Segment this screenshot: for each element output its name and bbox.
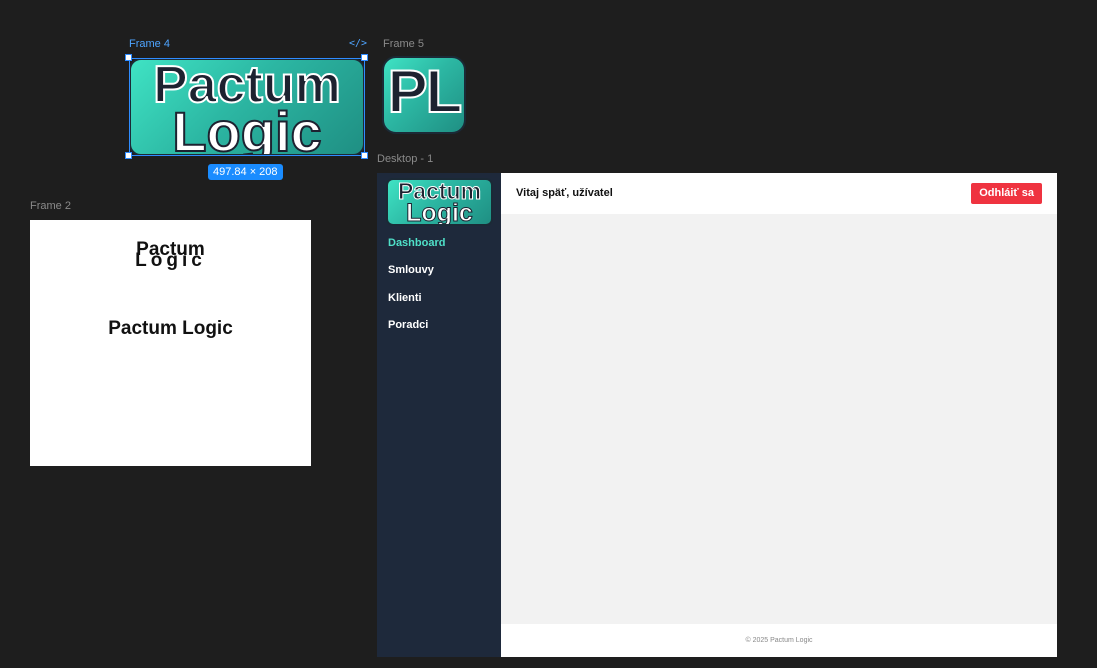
- desktop-label[interactable]: Desktop - 1: [377, 153, 433, 165]
- sidebar-logo[interactable]: Pactum Logic: [386, 178, 493, 226]
- desktop-frame: Pactum Logic Dashboard Smlouvy Klienti P…: [377, 173, 1057, 657]
- frame2[interactable]: Pactum Logic Pactum Logic: [30, 220, 311, 466]
- resize-handle-top-left[interactable]: [125, 54, 132, 61]
- sidebar: Pactum Logic Dashboard Smlouvy Klienti P…: [377, 173, 501, 657]
- footer: © 2025 Pactum Logic: [501, 624, 1057, 657]
- resize-handle-top-right[interactable]: [361, 54, 368, 61]
- frame5-monogram[interactable]: PL: [382, 56, 466, 134]
- sidebar-item-poradci[interactable]: Poradci: [388, 319, 428, 331]
- welcome-text: Vitaj späť, užívatel: [516, 187, 613, 199]
- sidebar-item-smlouvy[interactable]: Smlouvy: [388, 264, 434, 276]
- frame5-label[interactable]: Frame 5: [383, 38, 424, 50]
- resize-handle-bottom-right[interactable]: [361, 152, 368, 159]
- size-badge: 497.84 × 208: [208, 164, 283, 180]
- content-area: [501, 214, 1057, 624]
- monogram-text: PL: [387, 58, 464, 125]
- frame2-heading: Pactum Logic: [108, 318, 233, 339]
- sidebar-item-klienti[interactable]: Klienti: [388, 292, 422, 304]
- top-bar: Vitaj späť, užívatel Odhláiť sa: [501, 173, 1057, 214]
- frame2-label[interactable]: Frame 2: [30, 200, 71, 212]
- resize-handle-bottom-left[interactable]: [125, 152, 132, 159]
- sidebar-logo-word-logic: Logic: [406, 199, 474, 226]
- frame4-label[interactable]: Frame 4: [129, 38, 170, 50]
- code-icon[interactable]: </>: [349, 38, 367, 49]
- sidebar-item-dashboard[interactable]: Dashboard: [388, 237, 445, 249]
- selection-outline: [129, 58, 365, 156]
- stacked-logo-bottom: Logic: [135, 250, 206, 271]
- logout-button[interactable]: Odhláiť sa: [971, 183, 1042, 204]
